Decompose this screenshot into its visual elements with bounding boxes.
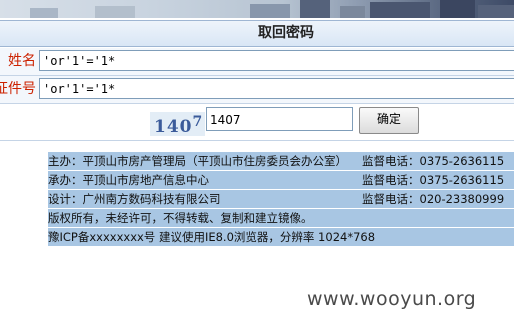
footer-row: 豫ICP备xxxxxxxx号 建议使用IE8.0浏览器，分辨率 1024*768 [48,228,514,246]
page-title: 取回密码 [258,25,314,41]
captcha-input[interactable]: 1407 [206,107,353,131]
name-row: 姓名 'or'1'='1* [0,48,514,76]
name-input[interactable]: 'or'1'='1* [39,50,514,71]
footer-row: 承办：平顶山市房地产信息中心 监督电话：0375-2636115 [48,171,514,189]
divider [0,140,514,141]
captcha-text: 1407 [154,114,204,137]
captcha-image: 1407 [150,112,205,137]
watermark: www.wooyun.org [307,288,477,310]
id-number-row: 证件号 'or'1'='1* [0,76,514,104]
name-label: 姓名 [8,53,36,69]
footer: 主办：平顶山市房产管理局（平顶山市住房委员会办公室） 监督电话：0375-263… [48,152,514,247]
header-banner-image [0,0,514,18]
confirm-button[interactable]: 确定 [359,107,419,134]
footer-row: 主办：平顶山市房产管理局（平顶山市住房委员会办公室） 监督电话：0375-263… [48,152,514,170]
title-bar: 取回密码 [0,20,514,47]
id-number-input[interactable]: 'or'1'='1* [39,78,514,99]
footer-row: 版权所有，未经许可，不得转载、复制和建立镜像。 [48,209,514,227]
id-number-label: 证件号 [0,81,36,97]
footer-row: 设计：广州南方数码科技有限公司 监督电话：020-23380999 [48,190,514,208]
